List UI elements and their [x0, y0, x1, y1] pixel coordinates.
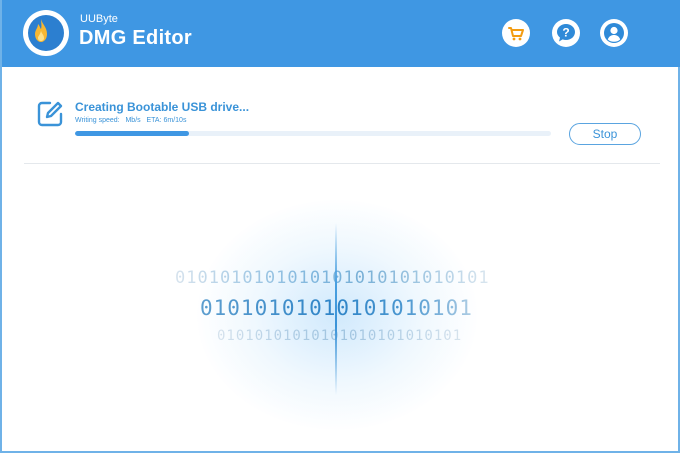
- stop-button[interactable]: Stop: [569, 123, 641, 145]
- brand-name: UUByte: [80, 13, 118, 25]
- user-icon: [604, 23, 624, 43]
- flame-icon: [35, 19, 47, 42]
- help-button[interactable]: ?: [552, 19, 580, 47]
- task-status: Writing speed: Mb/s ETA: 6m/10s: [75, 117, 186, 124]
- title-bar: UUByte DMG Editor ?: [2, 0, 680, 67]
- section-divider: [24, 163, 660, 164]
- account-button[interactable]: [600, 19, 628, 47]
- edit-icon: [37, 101, 63, 127]
- scan-line: [335, 223, 337, 395]
- progress-fill: [75, 131, 190, 136]
- binary-stream-bottom: 01010101010101010101010101: [217, 328, 463, 344]
- binary-stream-top: 0101010101010101010101010101: [175, 268, 490, 288]
- task-title: Creating Bootable USB drive...: [75, 100, 250, 114]
- app-window: UUByte DMG Editor ? Creating Bootable US…: [0, 0, 680, 453]
- progress-bar: [75, 131, 551, 136]
- writing-speed-unit: Mb/s: [125, 117, 141, 124]
- app-title: DMG Editor: [79, 27, 192, 49]
- cart-button[interactable]: [502, 19, 530, 47]
- eta-label: ETA:: [146, 117, 162, 124]
- eta-value: 6m/10s: [163, 117, 187, 124]
- cart-icon: [508, 27, 524, 41]
- help-icon: ?: [557, 24, 575, 42]
- app-logo: [23, 10, 69, 56]
- writing-speed-label: Writing speed:: [75, 117, 120, 124]
- svg-text:?: ?: [562, 26, 569, 40]
